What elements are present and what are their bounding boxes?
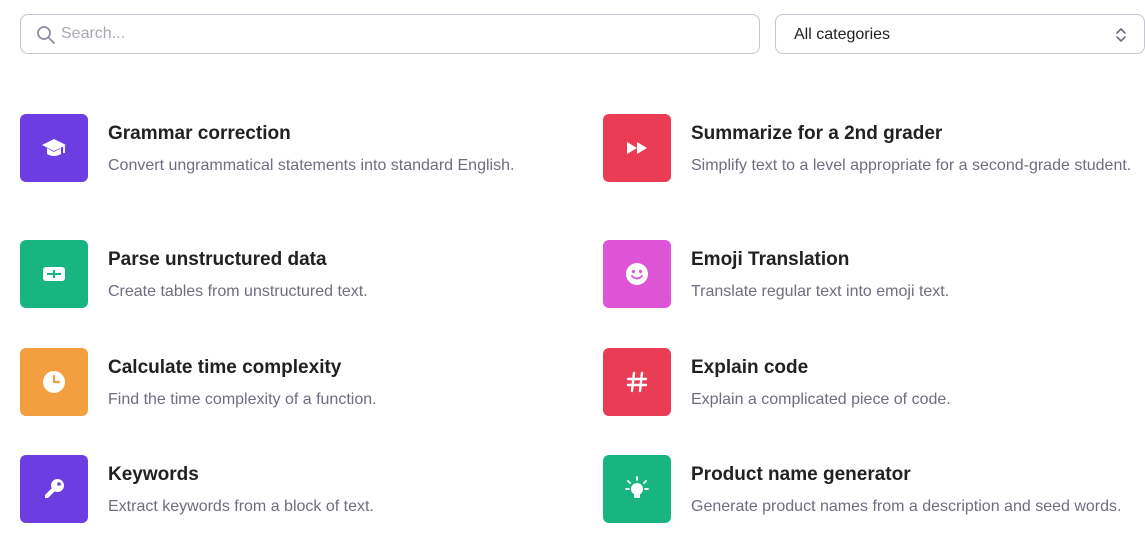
table-icon: [43, 267, 65, 281]
fast-forward-icon: [627, 142, 647, 154]
card-description: Convert ungrammatical statements into st…: [108, 157, 515, 174]
card-description: Translate regular text into emoji text.: [691, 283, 950, 300]
card-title: Summarize for a 2nd grader: [691, 123, 943, 144]
card-title: Emoji Translation: [691, 249, 850, 270]
card-title: Grammar correction: [108, 123, 291, 144]
card-icon-tile: [20, 455, 88, 523]
card-title: Explain code: [691, 357, 809, 378]
key-icon: [45, 479, 64, 498]
smiley-icon: [626, 263, 648, 285]
hash-icon: [626, 371, 648, 393]
category-select-value: All categories: [794, 26, 891, 43]
card-icon-tile: [603, 114, 671, 182]
card-title: Keywords: [108, 464, 199, 485]
card-title: Product name generator: [691, 464, 911, 485]
card-icon-tile: [603, 348, 671, 416]
category-select[interactable]: All categories: [775, 14, 1145, 54]
search-icon: [37, 26, 55, 44]
card-icon-tile: [20, 240, 88, 308]
card-icon-tile: [603, 455, 671, 523]
card-description: Create tables from unstructured text.: [108, 283, 368, 300]
card-description: Extract keywords from a block of text.: [108, 498, 374, 515]
card-title: Calculate time complexity: [108, 357, 342, 378]
graduation-cap-icon: [42, 139, 66, 156]
card-icon-tile: [20, 348, 88, 416]
chevron-updown-icon: [1116, 28, 1126, 42]
search-input[interactable]: [61, 15, 751, 53]
search-box[interactable]: [20, 14, 760, 54]
lightbulb-icon: [625, 476, 649, 498]
card-title: Parse unstructured data: [108, 249, 327, 270]
card-description: Explain a complicated piece of code.: [691, 391, 951, 408]
card-description: Simplify text to a level appropriate for…: [691, 157, 1132, 174]
card-description: Find the time complexity of a function.: [108, 391, 377, 408]
card-description: Generate product names from a descriptio…: [691, 498, 1122, 515]
card-icon-tile: [20, 114, 88, 182]
clock-icon: [43, 371, 65, 393]
card-icon-tile: [603, 240, 671, 308]
